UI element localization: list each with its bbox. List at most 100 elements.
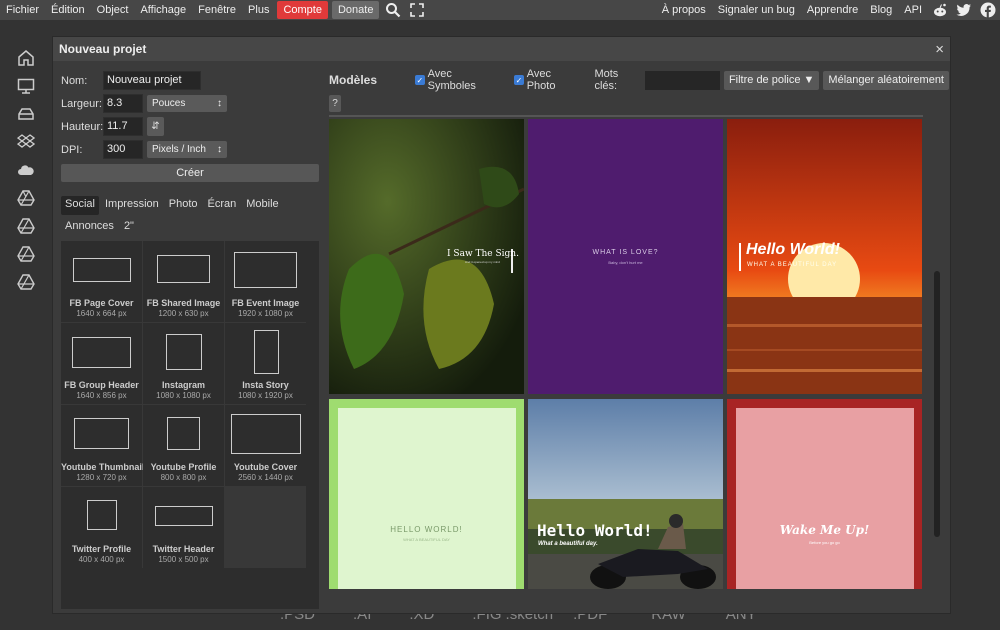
preset-size: 1640 x 664 px <box>76 309 127 318</box>
cloud-icon[interactable] <box>0 156 52 184</box>
side-icons <box>0 44 52 296</box>
preset-shape <box>155 506 213 526</box>
template-subtitle: Baby, don't hurt me <box>608 260 643 265</box>
preset-youtube-profile[interactable]: Youtube Profile 800 x 800 px <box>143 405 224 486</box>
menu-report-bug[interactable]: Signaler un bug <box>712 0 801 20</box>
template-subtitle: WHAT A BEAUTIFUL DAY <box>747 262 838 268</box>
tab-ecran[interactable]: Écran <box>204 196 241 215</box>
facebook-icon[interactable] <box>978 0 998 20</box>
height-input[interactable]: 11.7 <box>103 117 143 136</box>
symbols-checkbox[interactable]: ✓ Avec Symboles <box>415 68 500 92</box>
width-input[interactable]: 8.3 <box>103 94 143 113</box>
preset-youtube-cover[interactable]: Youtube Cover 2560 x 1440 px <box>225 405 306 486</box>
updown-icon: ↕ <box>217 98 222 109</box>
preset-twitter-header[interactable]: Twitter Header 1500 x 500 px <box>143 487 224 568</box>
menu-blog[interactable]: Blog <box>864 0 898 20</box>
menu-learn[interactable]: Apprendre <box>801 0 864 20</box>
preset-size: 400 x 400 px <box>78 555 125 564</box>
monitor-icon[interactable] <box>0 72 52 100</box>
preset-insta-story[interactable]: Insta Story 1080 x 1920 px <box>225 323 306 404</box>
name-label: Nom: <box>61 74 88 87</box>
template-card[interactable]: WHAT IS LOVE? Baby, don't hurt me <box>528 119 723 394</box>
preset-name: Youtube Profile <box>150 462 217 472</box>
menu-plus[interactable]: Plus <box>242 0 275 20</box>
drive-icon[interactable] <box>0 100 52 128</box>
dpi-unit-select[interactable]: Pixels / Inch ↕ <box>147 141 227 158</box>
google-drive-icon[interactable] <box>0 212 52 240</box>
menu-object[interactable]: Object <box>91 0 135 20</box>
preset-shape <box>87 500 117 530</box>
preset-size: 1640 x 856 px <box>76 391 127 400</box>
preset-shape <box>166 334 202 370</box>
preset-name: FB Shared Image <box>146 298 221 308</box>
preset-name: FB Group Header <box>64 380 139 390</box>
tab-social[interactable]: Social <box>61 196 99 215</box>
account-button[interactable]: Compte <box>277 1 328 19</box>
preset-size: 1200 x 630 px <box>158 309 209 318</box>
reddit-icon[interactable] <box>930 0 950 20</box>
template-subtitle: What a beautiful day. <box>538 541 598 547</box>
template-card[interactable]: I Saw The Sign. And it opened up my mind <box>329 119 524 394</box>
templates-panel: Modèles ✓ Avec Symboles ✓ Avec Photo Mots … <box>329 68 949 609</box>
search-icon[interactable] <box>383 0 403 20</box>
name-input[interactable]: Nouveau projet <box>103 71 201 90</box>
preset-fb-shared-image[interactable]: FB Shared Image 1200 x 630 px <box>143 241 224 322</box>
template-card[interactable]: Hello World! WHAT A BEAUTIFUL DAY <box>727 119 922 394</box>
preset-size: 1080 x 1920 px <box>238 391 293 400</box>
menu-api[interactable]: API <box>898 0 928 20</box>
preset-instagram[interactable]: Instagram 1080 x 1080 px <box>143 323 224 404</box>
template-subtitle: Before you go go <box>809 540 840 545</box>
preset-name: Youtube Cover <box>233 462 298 472</box>
new-project-dialog: Nouveau projet × Nom: Nouveau projet Lar… <box>52 36 951 614</box>
templates-scrollbar[interactable] <box>934 271 940 537</box>
home-icon[interactable] <box>0 44 52 72</box>
preset-size: 1280 x 720 px <box>76 473 127 482</box>
preset-fb-group-header[interactable]: FB Group Header 1640 x 856 px <box>61 323 142 404</box>
dropbox-icon[interactable] <box>0 128 52 156</box>
menu-edition[interactable]: Édition <box>45 0 91 20</box>
template-photo <box>528 399 723 589</box>
template-card[interactable]: Wake Me Up! Before you go go <box>727 399 922 589</box>
close-icon[interactable]: × <box>935 41 944 58</box>
menu-fenetre[interactable]: Fenêtre <box>192 0 242 20</box>
preset-size: 1920 x 1080 px <box>238 309 293 318</box>
template-card[interactable]: HELLO WORLD! WHAT A BEAUTIFUL DAY <box>329 399 524 589</box>
google-drive-icon[interactable] <box>0 184 52 212</box>
template-title: Wake Me Up! <box>779 523 870 537</box>
photo-checkbox[interactable]: ✓ Avec Photo <box>514 68 580 92</box>
preset-youtube-thumbnail[interactable]: Youtube Thumbnail 1280 x 720 px <box>61 405 144 486</box>
dpi-input[interactable]: 300 <box>103 140 143 159</box>
preset-shape <box>231 414 301 454</box>
create-button[interactable]: Créer <box>61 164 319 182</box>
menu-apropos[interactable]: À propos <box>656 0 712 20</box>
swap-orientation-icon[interactable]: ⇵ <box>147 117 164 136</box>
help-button[interactable]: ? <box>329 95 341 112</box>
donate-button[interactable]: Donate <box>331 1 380 19</box>
preset-name: Twitter Header <box>152 544 215 554</box>
preset-fb-page-cover[interactable]: FB Page Cover 1640 x 664 px <box>61 241 142 322</box>
tab-mobile[interactable]: Mobile <box>242 196 282 215</box>
fullscreen-icon[interactable] <box>407 0 427 20</box>
tab-impression[interactable]: Impression <box>101 196 163 215</box>
tab-annonces[interactable]: Annonces <box>61 218 118 237</box>
preset-fb-event-image[interactable]: FB Event Image 1920 x 1080 px <box>225 241 306 322</box>
preset-tabs: Social Impression Photo Écran Mobile Ann… <box>61 196 319 240</box>
unit-select[interactable]: Pouces ↕ <box>147 95 227 112</box>
google-drive-icon[interactable] <box>0 240 52 268</box>
twitter-icon[interactable] <box>954 0 974 20</box>
google-drive-icon[interactable] <box>0 268 52 296</box>
preset-twitter-profile[interactable]: Twitter Profile 400 x 400 px <box>61 487 142 568</box>
preset-size: 1500 x 500 px <box>158 555 209 564</box>
photo-label: Avec Photo <box>526 68 556 92</box>
menu-affichage[interactable]: Affichage <box>134 0 192 20</box>
keywords-input[interactable] <box>645 70 720 90</box>
preset-name: FB Page Cover <box>69 298 134 308</box>
menu-fichier[interactable]: Fichier <box>0 0 45 20</box>
shuffle-button[interactable]: Mélanger aléatoirement <box>823 70 949 90</box>
preset-size: 1080 x 1080 px <box>156 391 211 400</box>
template-card[interactable]: Hello World! What a beautiful day. <box>528 399 723 589</box>
template-title: HELLO WORLD! <box>390 525 463 534</box>
tab-photo[interactable]: Photo <box>165 196 202 215</box>
font-filter-button[interactable]: Filtre de police ▼ <box>723 70 820 90</box>
tab-2inch[interactable]: 2" <box>120 218 138 237</box>
